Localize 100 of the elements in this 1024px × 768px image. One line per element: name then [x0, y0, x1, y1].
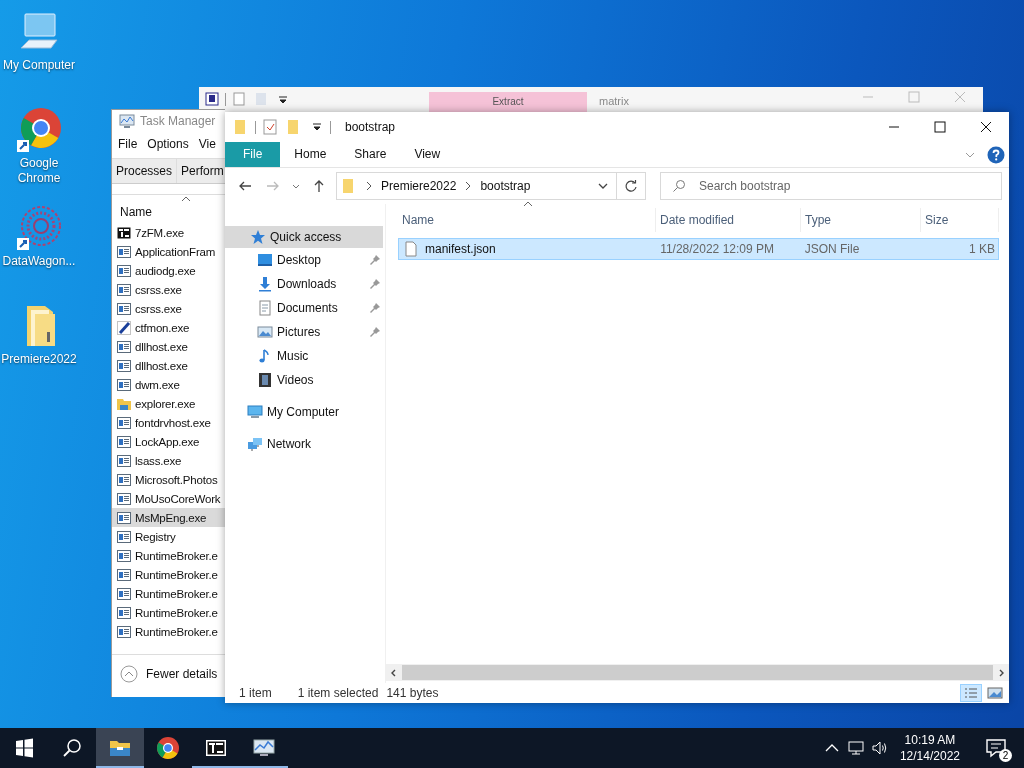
process-row[interactable]: RuntimeBroker.e — [112, 584, 225, 603]
app-window-icon — [117, 472, 131, 487]
pin-icon[interactable] — [369, 302, 381, 314]
clock[interactable]: 10:19 AM 12/14/2022 — [899, 732, 960, 764]
app-window-icon — [117, 415, 131, 430]
process-row[interactable]: fontdrvhost.exe — [112, 413, 225, 432]
search-field[interactable]: Search bootstrap — [660, 172, 1002, 200]
ribbon-tab[interactable]: Share — [340, 142, 401, 167]
notification-icon[interactable] — [984, 736, 1008, 760]
app-window-icon — [117, 339, 131, 354]
help-icon[interactable] — [987, 145, 1005, 164]
search-icon — [672, 179, 686, 193]
process-row[interactable]: ctfmon.exe — [112, 318, 225, 337]
process-row[interactable]: audiodg.exe — [112, 261, 225, 280]
nav-item[interactable]: Desktop — [225, 248, 385, 272]
status-text: 1 item — [239, 686, 272, 700]
process-row[interactable]: MoUsoCoreWork — [112, 489, 225, 508]
process-row[interactable]: RuntimeBroker.e — [112, 546, 225, 565]
menu-item[interactable]: File — [118, 137, 138, 151]
monitor-icon — [119, 113, 135, 129]
file-icon — [403, 241, 419, 257]
image-icon — [257, 324, 273, 340]
column-header[interactable]: Name — [398, 208, 656, 232]
process-row[interactable]: lsass.exe — [112, 451, 225, 470]
process-row[interactable]: csrss.exe — [112, 299, 225, 318]
horizontal-scrollbar[interactable] — [386, 664, 1009, 681]
process-row[interactable]: 7zFM.exe — [112, 223, 225, 242]
process-row[interactable]: RuntimeBroker.e — [112, 622, 225, 641]
column-header[interactable]: Type — [801, 208, 921, 232]
process-row[interactable]: dwm.exe — [112, 375, 225, 394]
column-header[interactable]: Date modified — [656, 208, 801, 232]
process-row[interactable]: dllhost.exe — [112, 337, 225, 356]
process-row[interactable]: RuntimeBroker.e — [112, 565, 225, 584]
ribbon-tab[interactable]: Extract — [429, 92, 587, 112]
app-window-icon — [117, 434, 131, 449]
refresh-icon[interactable] — [624, 179, 638, 193]
star-icon — [250, 229, 266, 245]
ribbon-tab[interactable]: Home — [280, 142, 341, 167]
app-window-icon — [117, 358, 131, 373]
folder-icon — [117, 396, 131, 411]
app-window-icon — [117, 586, 131, 601]
process-row[interactable]: RuntimeBroker.e — [112, 603, 225, 622]
details-view-icon[interactable] — [961, 685, 981, 701]
app-window-icon — [117, 624, 131, 639]
nav-item[interactable]: My Computer — [225, 400, 385, 424]
network-icon — [247, 436, 263, 452]
nav-item[interactable]: Music — [225, 344, 385, 368]
nav-item[interactable]: Documents — [225, 296, 385, 320]
pin-icon[interactable] — [369, 326, 381, 338]
nav-item[interactable]: Videos — [225, 368, 385, 392]
app-window-icon — [117, 529, 131, 544]
column-header[interactable]: Size — [921, 208, 999, 232]
fewer-details-link[interactable]: Fewer details — [146, 667, 218, 681]
table-cell-text: JSON File — [803, 241, 861, 258]
process-row[interactable]: explorer.exe — [112, 394, 225, 413]
archive-icon[interactable] — [205, 92, 219, 106]
nav-item[interactable]: Quick access — [225, 226, 383, 248]
file-row[interactable]: manifest.json 11/28/2022 12:09 PM JSON File 1 KB — [398, 238, 999, 260]
chrome-icon — [156, 736, 180, 760]
app-window-icon — [117, 510, 131, 525]
notification-count: 2 — [999, 749, 1012, 762]
process-row[interactable]: Registry — [112, 527, 225, 546]
process-row[interactable]: dllhost.exe — [112, 356, 225, 375]
date-text: 12/14/2022 — [899, 748, 960, 764]
pin-icon[interactable] — [369, 254, 381, 266]
nav-item[interactable]: Pictures — [225, 320, 385, 344]
process-row[interactable]: ApplicationFram — [112, 242, 225, 261]
menu-item[interactable]: Options — [147, 137, 189, 151]
column-header[interactable]: Name — [120, 205, 152, 219]
process-row[interactable]: MsMpEng.exe — [112, 508, 225, 527]
collapse-icon[interactable] — [120, 665, 138, 683]
archive-icon — [117, 225, 131, 240]
scroll-thumb[interactable] — [402, 665, 993, 680]
icon-label: My Computer — [2, 58, 76, 73]
thumbnail-view-icon[interactable] — [985, 685, 1005, 701]
taskbar-button[interactable] — [96, 728, 144, 768]
mandala-icon[interactable] — [15, 204, 63, 252]
document-icon — [257, 300, 273, 316]
table-cell-text: 1 KB — [967, 241, 996, 258]
process-row[interactable]: Microsoft.Photos — [112, 470, 225, 489]
breadcrumb[interactable]: Premiere2022 — [381, 179, 457, 193]
menu-item[interactable]: Vie — [198, 137, 216, 151]
app-window-icon — [117, 548, 131, 563]
tab[interactable]: Processes — [112, 159, 178, 183]
process-row[interactable]: csrss.exe — [112, 280, 225, 299]
nav-item[interactable]: Network — [225, 432, 385, 456]
network-icon[interactable] — [845, 738, 866, 758]
time-text: 10:19 AM — [904, 732, 956, 748]
breadcrumb[interactable]: bootstrap — [480, 179, 531, 193]
chrome-icon[interactable] — [15, 106, 63, 154]
pin-icon[interactable] — [369, 278, 381, 290]
status-text: 1 item selected — [297, 686, 379, 700]
process-row[interactable]: LockApp.exe — [112, 432, 225, 451]
nav-item[interactable]: Downloads — [225, 272, 385, 296]
table-cell: manifest.json — [425, 242, 496, 256]
address-bar[interactable]: Premiere2022 bootstrap — [336, 172, 646, 200]
checklist-icon[interactable] — [262, 119, 278, 135]
ribbon-tab[interactable]: View — [400, 142, 455, 167]
app-window-icon — [117, 567, 131, 582]
icon-label: DataWagon... — [1, 254, 77, 269]
